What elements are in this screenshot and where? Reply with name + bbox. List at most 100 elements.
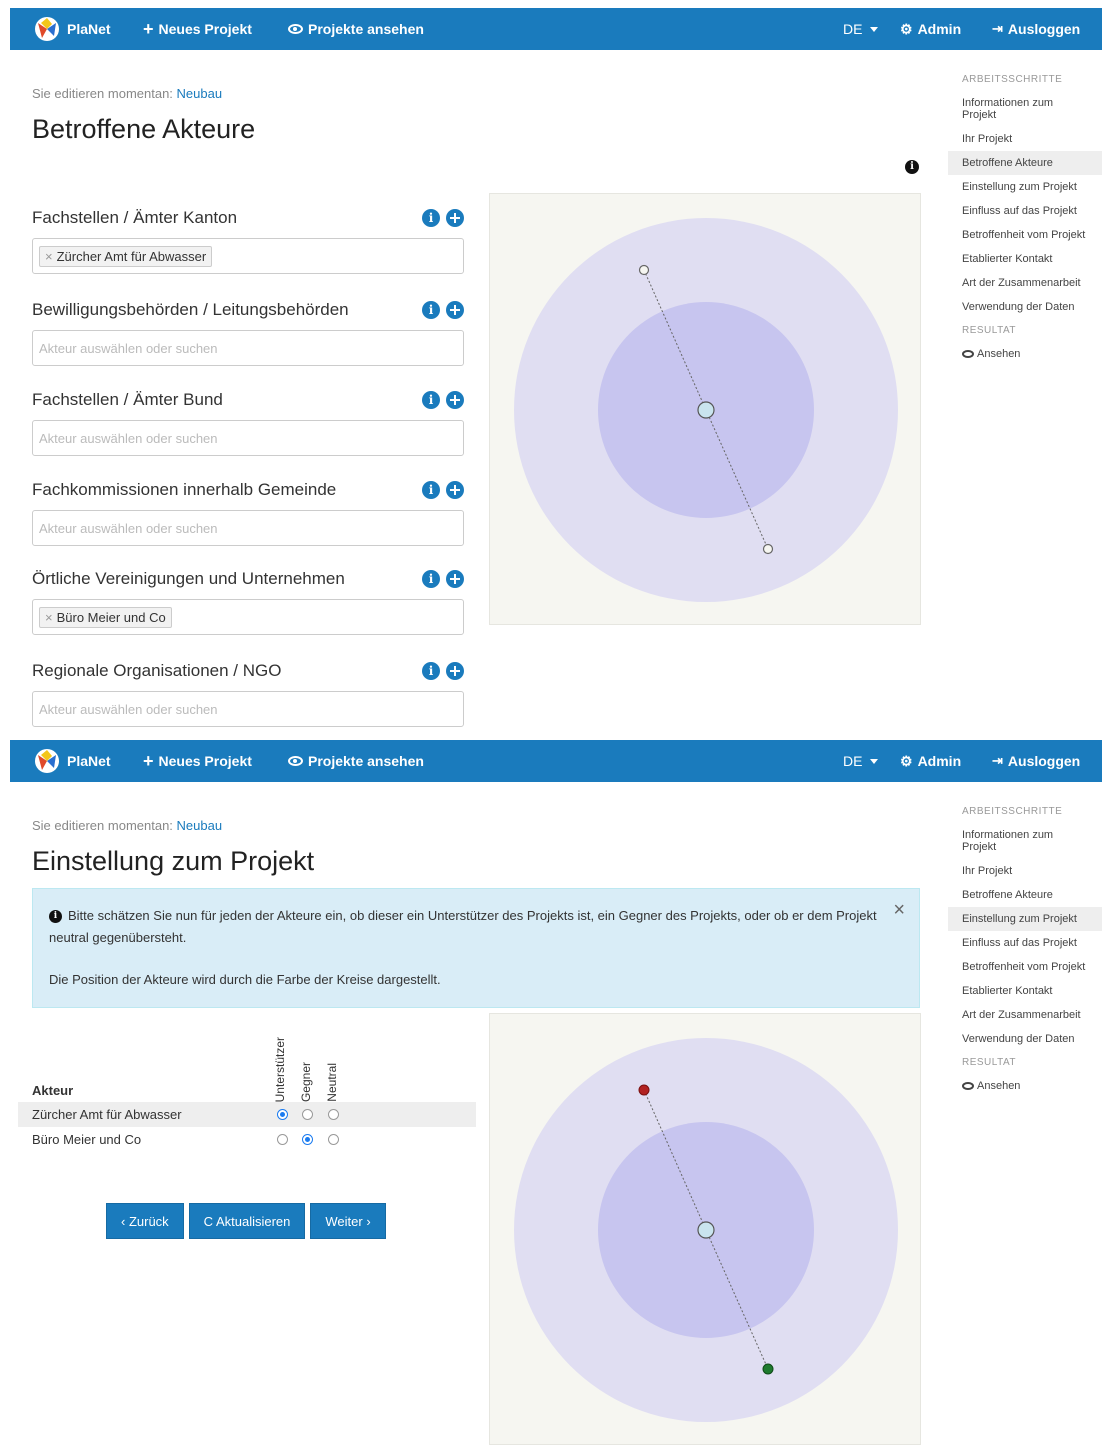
page-title: Betroffene Akteure [32,114,256,144]
admin-link[interactable]: ⚙ Admin [900,740,961,782]
logout-link[interactable]: ⇥ Ausloggen [992,8,1080,50]
refresh-button[interactable]: C Aktualisieren [188,1203,306,1239]
brand-link[interactable]: PlaNet [32,740,111,782]
brand-link[interactable]: PlaNet [32,8,111,50]
sidebar-item-daten[interactable]: Verwendung der Daten [948,1027,1102,1051]
table-row: Büro Meier und Co [18,1127,476,1152]
view-projects-label: Projekte ansehen [308,21,424,37]
radio-opponent[interactable] [302,1134,313,1145]
add-icon[interactable] [446,301,464,319]
radio-supporter[interactable] [277,1109,288,1120]
selected-actor-tag: × Büro Meier und Co [39,606,172,628]
sidebar-item-betroffene-akteure[interactable]: Betroffene Akteure [948,883,1102,907]
sidebar-item-einstellung[interactable]: Einstellung zum Projekt [948,175,1102,199]
sidebar-item-zusammenarbeit[interactable]: Art der Zusammenarbeit [948,271,1102,295]
next-button[interactable]: Weiter › [310,1203,386,1239]
action-buttons: ‹ Zurück C Aktualisieren Weiter › [106,1203,386,1239]
eye-icon [962,1082,974,1091]
planet-logo-icon [32,746,62,776]
actor-select[interactable]: × Büro Meier und Co [32,599,464,635]
back-button[interactable]: ‹ Zurück [106,1203,184,1239]
sidebar-item-betroffenheit[interactable]: Betroffenheit vom Projekt [948,955,1102,979]
steps-sidebar: ARBEITSSCHRITTE Informationen zum Projek… [948,68,1102,366]
sidebar-item-kontakt[interactable]: Etablierter Kontakt [948,979,1102,1003]
screen-einstellung-zum-projekt: PlaNet + Neues Projekt Projekte ansehen … [10,740,1102,1445]
actor-select[interactable]: Akteur auswählen oder suchen [32,691,464,727]
field-vereinigungen: Örtliche Vereinigungen und Unternehmen i… [32,567,464,635]
add-icon[interactable] [446,570,464,588]
logout-label: Ausloggen [1007,753,1081,769]
sign-out-icon: ⇥ [992,753,1003,768]
sidebar-item-informationen[interactable]: Informationen zum Projekt [948,823,1102,859]
new-project-link[interactable]: + Neues Projekt [143,8,252,50]
actor-select[interactable]: × Zürcher Amt für Abwasser [32,238,464,274]
actor-select[interactable]: Akteur auswählen oder suchen [32,420,464,456]
remove-tag-icon[interactable]: × [45,249,53,264]
alert-text-secondary: Die Position der Akteure wird durch die … [49,972,441,987]
add-icon[interactable] [446,209,464,227]
info-icon[interactable]: i [422,301,440,319]
radio-neutral[interactable] [328,1109,339,1120]
field-bund: Fachstellen / Ämter Bund i Akteur auswäh… [32,388,464,456]
info-icon[interactable]: i [422,209,440,227]
admin-link[interactable]: ⚙ Admin [900,8,961,50]
actor-node[interactable] [638,264,650,276]
info-icon[interactable]: i [422,481,440,499]
sidebar-item-einfluss[interactable]: Einfluss auf das Projekt [948,931,1102,955]
close-icon[interactable]: × [893,899,905,921]
sidebar-item-einstellung[interactable]: Einstellung zum Projekt [948,907,1102,931]
gear-icon: ⚙ [900,752,913,769]
logout-link[interactable]: ⇥ Ausloggen [992,740,1080,782]
sidebar-item-betroffenheit[interactable]: Betroffenheit vom Projekt [948,223,1102,247]
sidebar-item-kontakt[interactable]: Etablierter Kontakt [948,247,1102,271]
project-link[interactable]: Neubau [177,86,223,101]
editing-info: Sie editieren momentan: Neubau [32,818,222,833]
add-icon[interactable] [446,662,464,680]
sidebar-item-zusammenarbeit[interactable]: Art der Zusammenarbeit [948,1003,1102,1027]
field-label: Fachstellen / Ämter Kanton [32,208,238,227]
result-heading: RESULTAT [962,325,1017,336]
project-node[interactable] [697,1221,715,1239]
sidebar-item-ihr-projekt[interactable]: Ihr Projekt [948,859,1102,883]
remove-tag-icon[interactable]: × [45,610,53,625]
column-opponent: Gegner [299,1061,313,1102]
column-supporter: Unterstützer [273,1036,287,1102]
radio-neutral[interactable] [328,1134,339,1145]
sidebar-item-einfluss[interactable]: Einfluss auf das Projekt [948,199,1102,223]
opponent-node[interactable] [638,1084,650,1096]
sign-out-icon: ⇥ [992,21,1003,36]
sidebar-item-ansehen[interactable]: Ansehen [948,1074,1102,1098]
add-icon[interactable] [446,391,464,409]
sidebar-item-daten[interactable]: Verwendung der Daten [948,295,1102,319]
sidebar-item-ihr-projekt[interactable]: Ihr Projekt [948,127,1102,151]
supporter-node[interactable] [762,1363,774,1375]
add-icon[interactable] [446,481,464,499]
sidebar-item-ansehen[interactable]: Ansehen [948,342,1102,366]
table-header: Akteur Unterstützer Gegner Neutral [18,1022,476,1102]
radio-supporter[interactable] [277,1134,288,1145]
editing-prefix: Sie editieren momentan: [32,818,173,833]
actor-select[interactable]: Akteur auswählen oder suchen [32,510,464,546]
radio-opponent[interactable] [302,1109,313,1120]
plus-icon: + [143,18,154,39]
new-project-link[interactable]: + Neues Projekt [143,740,252,782]
language-dropdown[interactable]: DE [843,740,879,782]
new-project-label: Neues Projekt [158,753,252,769]
project-link[interactable]: Neubau [177,818,223,833]
info-icon[interactable]: i [422,391,440,409]
eye-icon [288,756,303,766]
sidebar-item-informationen[interactable]: Informationen zum Projekt [948,91,1102,127]
view-projects-link[interactable]: Projekte ansehen [288,8,424,50]
actor-node[interactable] [762,543,774,555]
caret-down-icon [870,26,879,32]
sidebar-item-betroffene-akteure[interactable]: Betroffene Akteure [948,151,1102,175]
view-projects-link[interactable]: Projekte ansehen [288,740,424,782]
project-node[interactable] [697,401,715,419]
info-icon[interactable]: i [422,570,440,588]
info-icon[interactable]: i [905,160,919,174]
actor-select[interactable]: Akteur auswählen oder suchen [32,330,464,366]
language-dropdown[interactable]: DE [843,8,879,50]
caret-down-icon [870,758,879,764]
info-icon[interactable]: i [422,662,440,680]
actor-graph-svg [514,218,898,602]
